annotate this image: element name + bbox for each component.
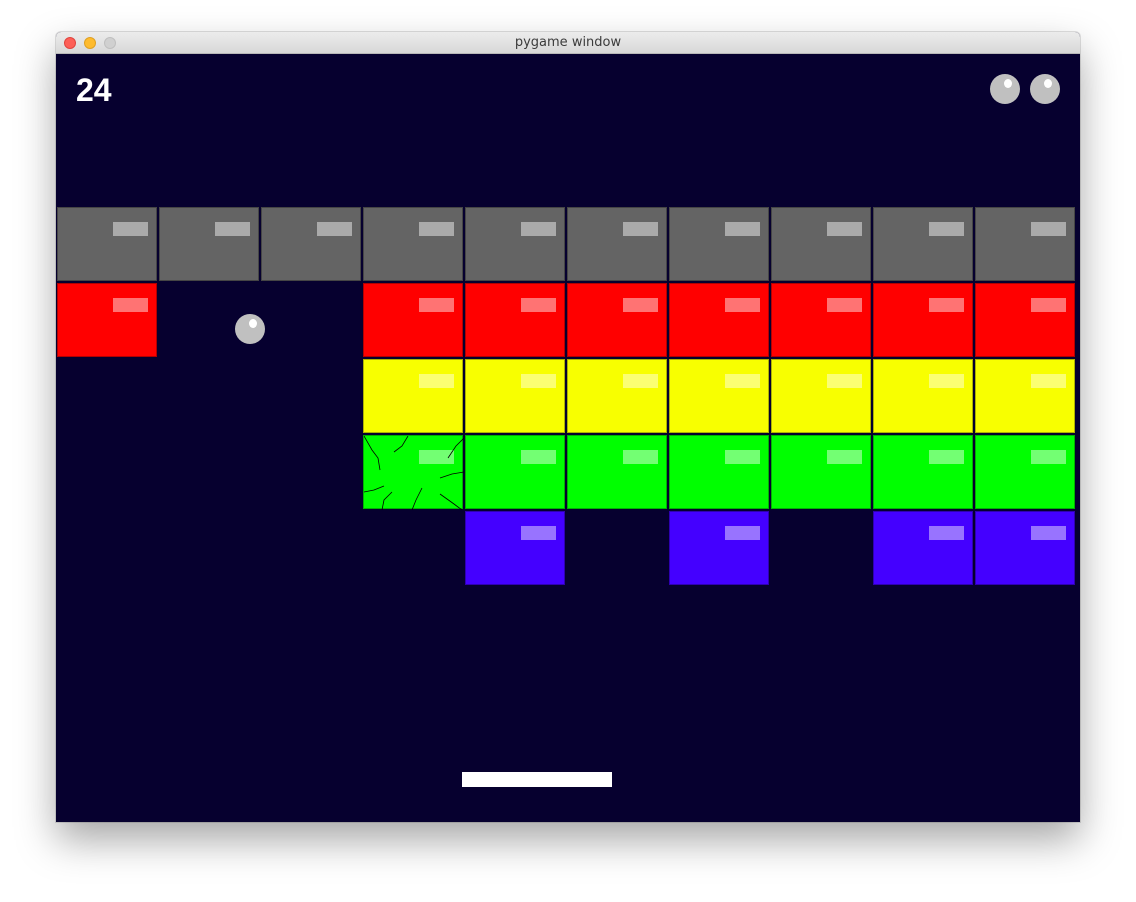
brick-highlight [419, 222, 454, 236]
crack-line [364, 485, 385, 493]
brick-gray [261, 207, 361, 281]
brick-red [975, 283, 1075, 357]
brick-highlight [623, 450, 658, 464]
brick-highlight [113, 222, 148, 236]
life-ball-icon [1030, 74, 1060, 104]
brick-highlight [929, 374, 964, 388]
brick-red [567, 283, 667, 357]
brick-highlight [929, 298, 964, 312]
brick-gray [771, 207, 871, 281]
brick-gray [363, 207, 463, 281]
brick-highlight [1031, 374, 1066, 388]
brick-green [873, 435, 973, 509]
brick-highlight [521, 450, 556, 464]
brick-highlight [1031, 526, 1066, 540]
brick-green [975, 435, 1075, 509]
title-bar: pygame window [56, 32, 1080, 54]
brick-highlight [623, 298, 658, 312]
brick-yellow [975, 359, 1075, 433]
brick-yellow [669, 359, 769, 433]
brick-highlight [215, 222, 250, 236]
brick-red [771, 283, 871, 357]
brick-yellow [771, 359, 871, 433]
brick-green [669, 435, 769, 509]
brick-blue [465, 511, 565, 585]
game-canvas[interactable]: 24 [56, 54, 1080, 822]
brick-highlight [827, 222, 862, 236]
brick-green-cracked [363, 435, 464, 510]
brick-gray [465, 207, 565, 281]
brick-highlight [929, 526, 964, 540]
brick-gray [567, 207, 667, 281]
brick-highlight [113, 298, 148, 312]
brick-highlight [827, 298, 862, 312]
score-display: 24 [76, 72, 112, 108]
window-title: pygame window [514, 35, 622, 50]
brick-blue [975, 511, 1075, 585]
ball-shine [249, 319, 257, 328]
life-ball-shine [1044, 79, 1052, 88]
brick-highlight [725, 298, 760, 312]
brick-highlight [1031, 222, 1066, 236]
brick-highlight [725, 526, 760, 540]
brick-highlight [1031, 450, 1066, 464]
crack-line [439, 493, 463, 510]
brick-green [465, 435, 565, 509]
brick-highlight [521, 298, 556, 312]
brick-gray [975, 207, 1075, 281]
brick-gray [669, 207, 769, 281]
brick-highlight [929, 450, 964, 464]
brick-highlight [521, 374, 556, 388]
crack-line [381, 491, 393, 510]
brick-gray [873, 207, 973, 281]
crack-line [411, 487, 423, 510]
brick-highlight [521, 526, 556, 540]
brick-yellow [873, 359, 973, 433]
brick-highlight [317, 222, 352, 236]
life-ball-shine [1004, 79, 1012, 88]
brick-highlight [1031, 298, 1066, 312]
brick-highlight [521, 222, 556, 236]
crack-line [447, 437, 464, 459]
brick-gray [57, 207, 157, 281]
life-ball-icon [990, 74, 1020, 104]
brick-red [873, 283, 973, 357]
brick-highlight [827, 450, 862, 464]
brick-highlight [623, 222, 658, 236]
brick-yellow [465, 359, 565, 433]
brick-red [363, 283, 463, 357]
brick-highlight [827, 374, 862, 388]
crack-line [364, 436, 381, 471]
brick-highlight [419, 298, 454, 312]
brick-red [669, 283, 769, 357]
brick-highlight [725, 450, 760, 464]
crack-line [439, 471, 464, 479]
game-window: pygame window 24 [56, 32, 1080, 822]
ball [235, 314, 265, 344]
brick-highlight [929, 222, 964, 236]
brick-highlight [419, 374, 454, 388]
brick-highlight [623, 374, 658, 388]
crack-lines [364, 436, 464, 510]
brick-red [465, 283, 565, 357]
crack-line [393, 436, 409, 453]
brick-highlight [725, 374, 760, 388]
brick-gray [159, 207, 259, 281]
brick-red [57, 283, 157, 357]
brick-yellow [363, 359, 463, 433]
brick-blue [669, 511, 769, 585]
paddle[interactable] [462, 772, 612, 787]
brick-green [771, 435, 871, 509]
brick-green [567, 435, 667, 509]
brick-yellow [567, 359, 667, 433]
brick-highlight [725, 222, 760, 236]
brick-blue [873, 511, 973, 585]
